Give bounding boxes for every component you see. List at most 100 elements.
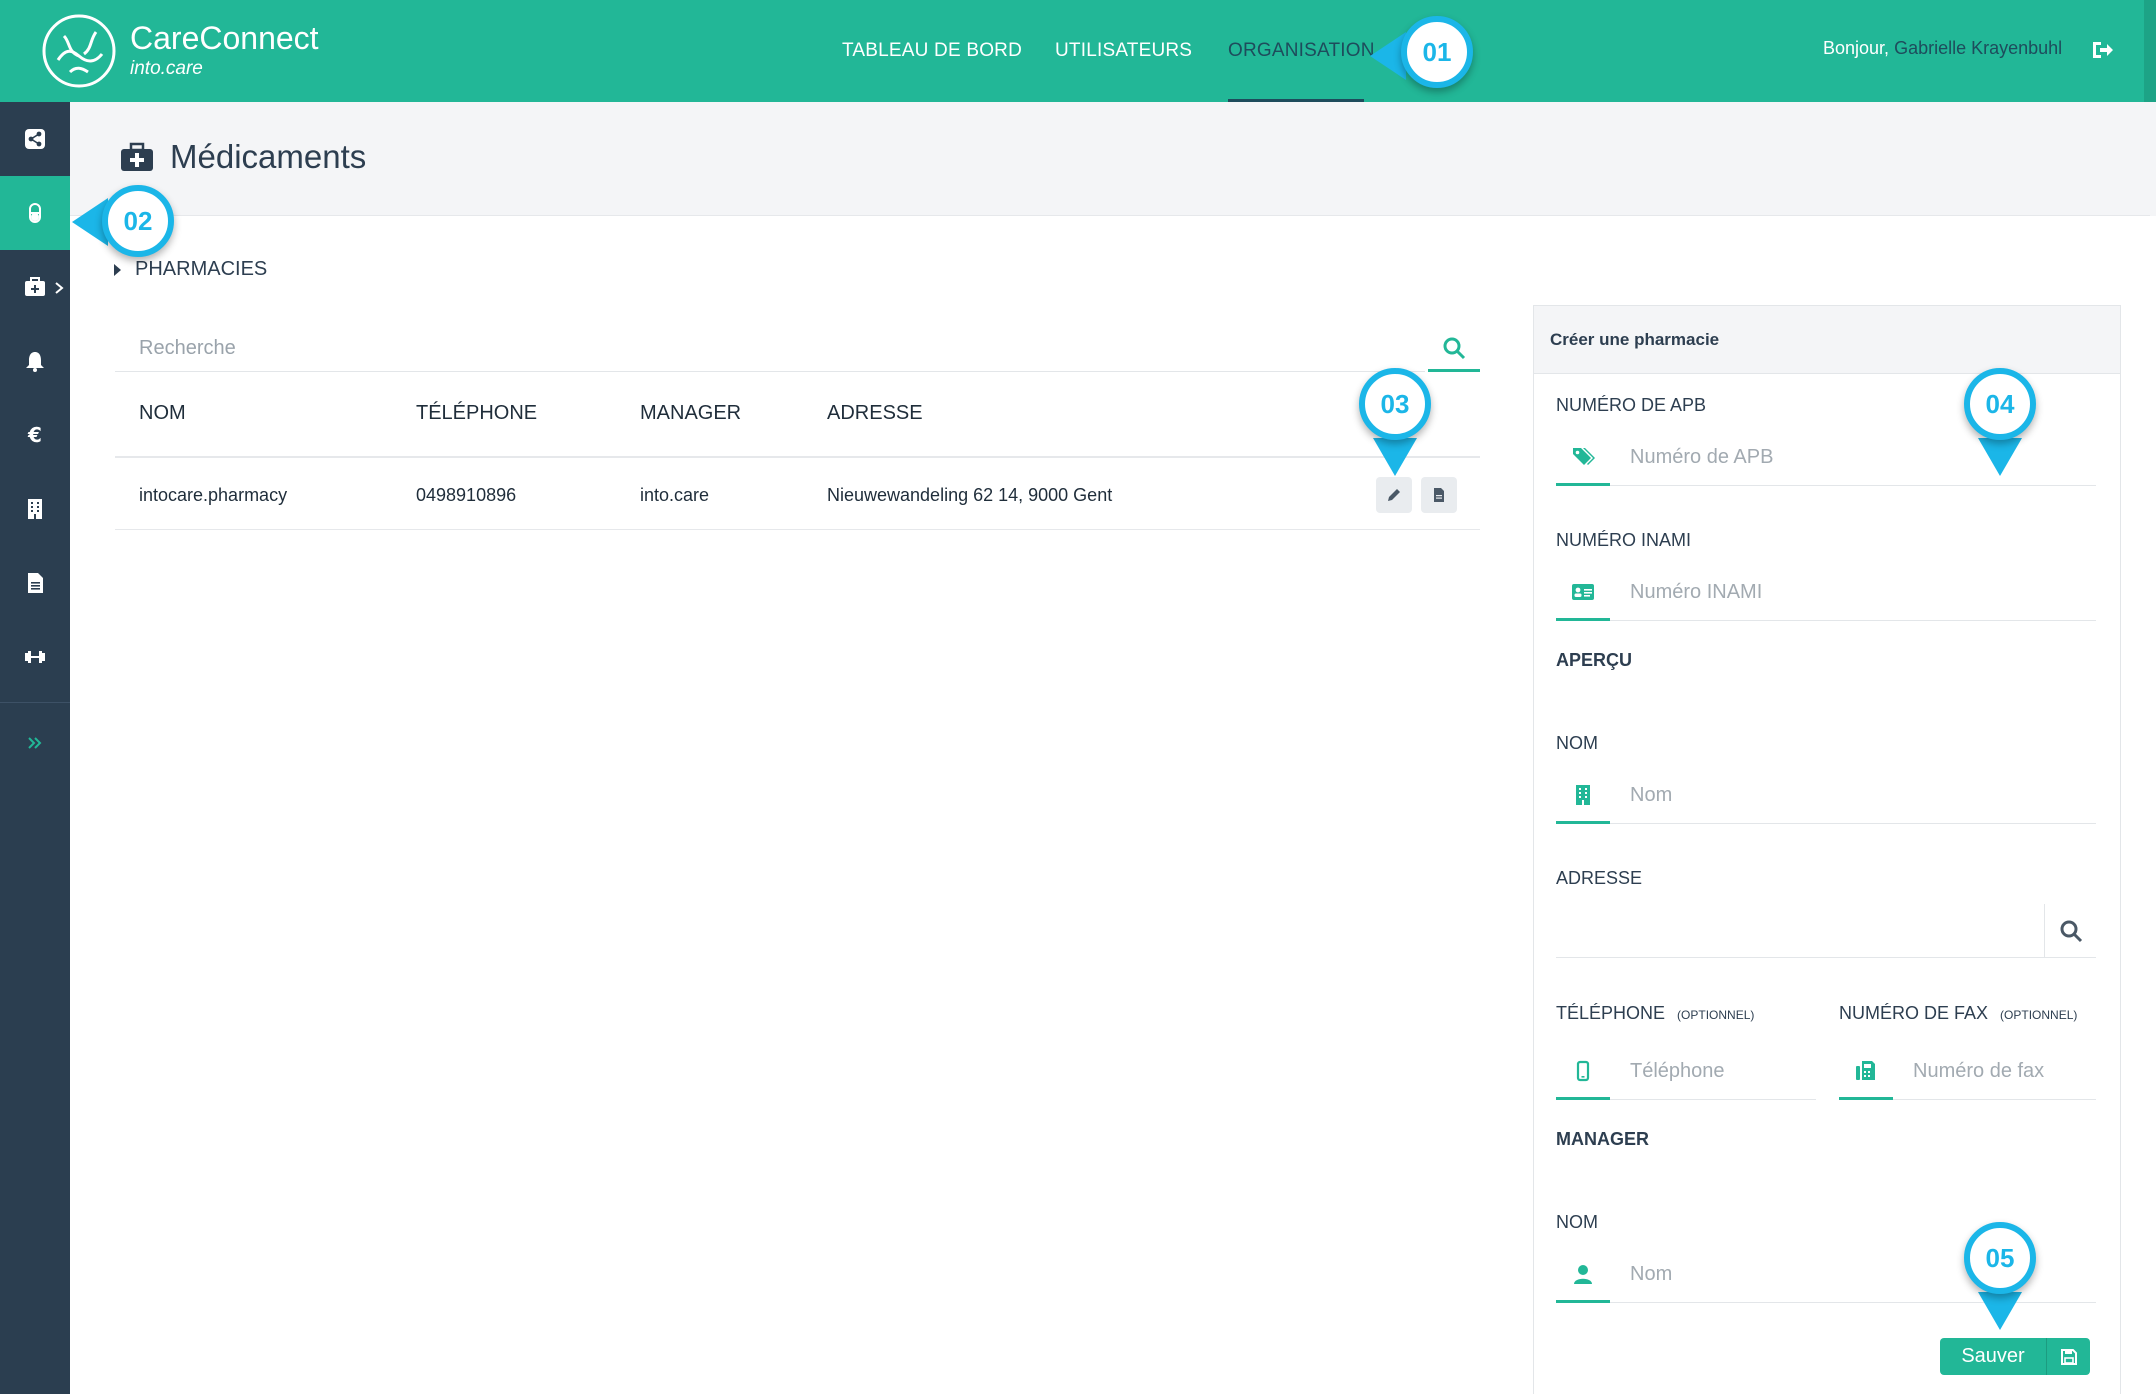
callout-02: 02 — [102, 185, 174, 257]
document-icon — [1434, 488, 1444, 502]
medkit-icon — [25, 277, 45, 296]
telephone-label: TÉLÉPHONE (OPTIONNEL) — [1556, 1003, 1754, 1024]
telephone-field — [1556, 1044, 1816, 1100]
building-icon — [1576, 784, 1590, 805]
table-header: NOM TÉLÉPHONE MANAGER ADRESSE — [115, 386, 1480, 458]
cell-nom: intocare.pharmacy — [139, 485, 288, 505]
fax-icon — [1856, 1060, 1875, 1080]
search-button[interactable] — [1428, 326, 1480, 372]
search-input[interactable] — [115, 326, 1425, 372]
nom-label: NOM — [1556, 733, 1598, 753]
bell-icon — [26, 352, 44, 372]
panel-header: Créer une pharmacie — [1534, 306, 2120, 374]
apb-label: NUMÉRO DE APB — [1556, 395, 1707, 415]
medkit-icon — [121, 142, 153, 171]
callout-04: 04 — [1964, 368, 2036, 440]
search-icon — [2060, 920, 2082, 942]
chevron-right-icon — [55, 282, 64, 294]
section-toggle-label: PHARMACIES — [135, 258, 268, 280]
caret-right-icon — [114, 263, 121, 276]
cell-telephone: 0498910896 — [416, 485, 517, 505]
greeting-prefix: Bonjour, — [1823, 38, 1890, 58]
user-icon — [1574, 1264, 1592, 1284]
sign-out-icon[interactable] — [2090, 38, 2114, 62]
apb-field-icon — [1556, 430, 1610, 486]
id-card-icon — [1572, 583, 1594, 600]
page-header: Médicaments — [70, 102, 2150, 216]
sidebar-divider — [0, 702, 70, 703]
double-chevron-right-icon — [28, 737, 42, 749]
inami-input[interactable] — [1630, 565, 2070, 619]
callout-01: 01 — [1401, 16, 1473, 88]
fax-field — [1839, 1044, 2096, 1100]
manager-section-label: MANAGER — [1556, 1129, 1649, 1149]
sidebar-item-medication[interactable] — [0, 176, 70, 250]
nom-field — [1556, 768, 2096, 824]
careconnect-logo-icon — [42, 14, 116, 88]
inami-field-icon — [1556, 565, 1610, 621]
fax-label-text: NUMÉRO DE FAX — [1839, 1003, 1989, 1023]
edit-row-button[interactable] — [1376, 477, 1412, 513]
user-name[interactable]: Gabrielle Krayenbuhl — [1894, 38, 2062, 58]
telephone-input[interactable] — [1630, 1044, 1810, 1098]
adresse-input[interactable] — [1556, 904, 2044, 957]
save-button-icon-area — [2046, 1338, 2090, 1375]
column-header-nom[interactable]: NOM — [139, 402, 186, 425]
adresse-search-button[interactable] — [2044, 904, 2096, 957]
top-bar: CareConnect into.care TABLEAU DE BORD UT… — [0, 0, 2156, 102]
nom-field-icon — [1556, 768, 1610, 824]
brand-subtitle: into.care — [130, 58, 203, 79]
sidebar-item-billing[interactable]: € — [0, 398, 70, 472]
sidebar: € — [0, 102, 70, 1394]
nav-organisation[interactable]: ORGANISATION — [1228, 40, 1375, 62]
adresse-field — [1556, 904, 2096, 958]
floppy-disk-icon — [2060, 1348, 2077, 1365]
save-button-label: Sauver — [1961, 1345, 2025, 1367]
column-header-manager[interactable]: MANAGER — [640, 402, 741, 425]
sidebar-item-organisation[interactable] — [0, 472, 70, 546]
nav-utilisateurs[interactable]: UTILISATEURS — [1055, 40, 1192, 62]
topbar-scroll-edge — [2144, 0, 2156, 102]
apercu-section-label: APERÇU — [1556, 650, 1633, 670]
tags-icon — [1573, 447, 1595, 465]
telephone-field-icon — [1556, 1044, 1610, 1100]
fax-label: NUMÉRO DE FAX (OPTIONNEL) — [1839, 1003, 2077, 1024]
dumbbell-icon — [25, 651, 45, 663]
cell-manager: into.care — [640, 485, 710, 505]
edit-icon — [1388, 489, 1400, 501]
search-icon — [1443, 337, 1466, 359]
fax-input[interactable] — [1913, 1044, 2093, 1098]
panel-title: Créer une pharmacie — [1550, 330, 1720, 349]
nav-tableau-de-bord[interactable]: TABLEAU DE BORD — [842, 40, 1022, 62]
callout-05: 05 — [1964, 1222, 2036, 1294]
document-icon — [28, 573, 43, 593]
sidebar-item-exercise[interactable] — [0, 620, 70, 694]
inami-label: NUMÉRO INAMI — [1556, 530, 1691, 550]
manager-nom-field-icon — [1556, 1247, 1610, 1303]
sidebar-expand-toggle[interactable] — [0, 706, 70, 780]
user-greeting: Bonjour, Gabrielle Krayenbuhl — [1823, 38, 2062, 59]
sidebar-item-share[interactable] — [0, 102, 70, 176]
column-header-adresse[interactable]: ADRESSE — [827, 402, 923, 425]
nom-input[interactable] — [1630, 768, 2070, 822]
brand-title: CareConnect — [130, 20, 319, 56]
euro-icon: € — [27, 424, 42, 446]
telephone-optional: (OPTIONNEL) — [1677, 1008, 1755, 1022]
building-icon — [28, 499, 42, 519]
table-row[interactable]: intocare.pharmacy 0498910896 into.care N… — [115, 460, 1480, 530]
svg-text:€: € — [27, 424, 42, 446]
telephone-label-text: TÉLÉPHONE — [1556, 1003, 1666, 1023]
view-document-button[interactable] — [1421, 477, 1457, 513]
save-button[interactable]: Sauver — [1940, 1338, 2090, 1375]
sidebar-item-documents[interactable] — [0, 546, 70, 620]
pharmacies-section-toggle[interactable]: PHARMACIES — [114, 258, 267, 281]
manager-nom-label: NOM — [1556, 1212, 1598, 1232]
callout-03: 03 — [1359, 368, 1431, 440]
mobile-phone-icon — [1576, 1060, 1590, 1081]
column-header-telephone[interactable]: TÉLÉPHONE — [416, 402, 537, 425]
fax-field-icon — [1839, 1044, 1893, 1100]
share-icon — [25, 129, 45, 149]
sidebar-item-notifications[interactable] — [0, 324, 70, 398]
adresse-label: ADRESSE — [1556, 868, 1643, 888]
inami-field — [1556, 565, 2096, 621]
